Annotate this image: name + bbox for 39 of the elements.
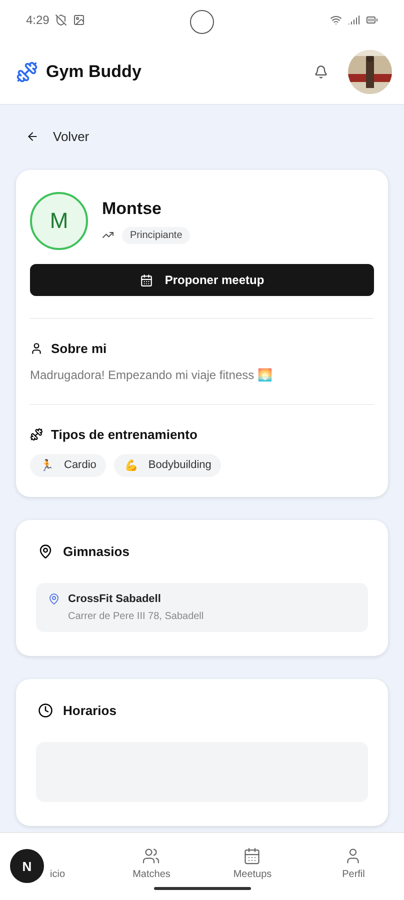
calendar-icon: [243, 847, 262, 865]
gym-item[interactable]: CrossFit Sabadell Carrer de Pere III 78, Sabadell: [36, 583, 368, 632]
user-icon: [30, 342, 43, 355]
bell-icon[interactable]: [314, 65, 328, 79]
battery-icon: [366, 14, 378, 26]
clock-icon: [38, 703, 53, 718]
section-title: Horarios: [63, 703, 116, 718]
status-time: 4:29: [26, 13, 50, 27]
signal-icon: [348, 14, 360, 26]
section-title: Gimnasios: [63, 544, 130, 559]
section-title: Sobre mi: [51, 341, 107, 356]
image-icon: [73, 14, 86, 26]
nav-tab[interactable]: Perfil: [336, 846, 371, 881]
nav-tab[interactable]: Meetups: [227, 846, 278, 881]
camera-cutout: [190, 10, 214, 34]
gym-name: CrossFit Sabadell: [68, 593, 162, 605]
calendar-icon: [140, 274, 153, 286]
map-pin-icon: [48, 593, 60, 605]
nav-tab[interactable]: icio: [44, 846, 72, 881]
training-tag: 💪 Bodybuilding: [114, 454, 222, 477]
gym-address: Carrer de Pere III 78, Sabadell: [68, 611, 204, 622]
dev-badge[interactable]: N: [10, 849, 44, 883]
level-tag: Principiante: [122, 226, 190, 244]
shield-icon: [55, 14, 68, 26]
app-title: Gym Buddy: [46, 62, 142, 82]
map-pin-icon: [38, 544, 53, 559]
dumbbell-icon: [30, 428, 43, 441]
bio-text: Madrugadora! Empezando mi viaje fitness 🌅: [30, 368, 274, 382]
dumbbell-icon: [16, 61, 38, 83]
avatar-initial: M: [30, 192, 88, 250]
back-arrow-icon: [26, 130, 39, 143]
back-button[interactable]: Volver: [16, 121, 100, 152]
propose-meetup-button[interactable]: Proponer meetup: [30, 264, 374, 296]
users-icon: [142, 847, 160, 865]
training-tag: 🏃 Cardio: [30, 454, 106, 477]
section-title: Tipos de entrenamiento: [51, 427, 198, 442]
nav-tab[interactable]: Matches: [126, 846, 176, 881]
user-name: Montse: [102, 198, 162, 218]
trend-icon: [102, 229, 114, 241]
